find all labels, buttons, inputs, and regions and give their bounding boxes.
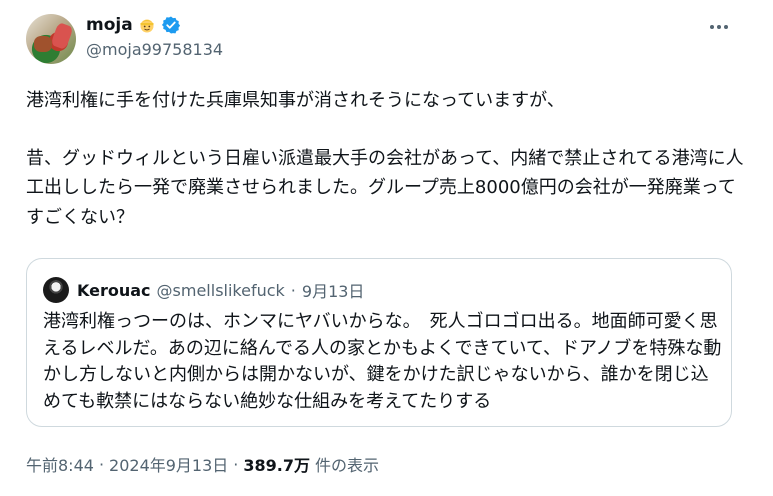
author-display-name[interactable]: moja xyxy=(86,15,133,35)
author-handle[interactable]: @moja99758134 xyxy=(86,40,223,59)
quote-author-handle: @smellslikefuck xyxy=(156,280,285,300)
dot xyxy=(710,25,714,29)
tweet: moja @moja99758134 港湾利権に手を付けた兵庫県知事が消されそう… xyxy=(0,0,773,496)
avatar-shape xyxy=(34,36,52,52)
person-blond-hair-emoji-icon xyxy=(138,16,156,34)
tweet-text: 港湾利権に手を付けた兵庫県知事が消されそうになっていますが、 昔、グッドウィルと… xyxy=(26,86,746,232)
quote-tweet-card[interactable]: Kerouac @smellslikefuck · 9月13日 港湾利権っつーの… xyxy=(26,258,732,427)
tweet-time[interactable]: 午前8:44 xyxy=(26,452,94,476)
quote-date: 9月13日 xyxy=(301,282,365,301)
tweet-date[interactable]: 2024年9月13日 xyxy=(109,452,228,476)
dot xyxy=(717,25,721,29)
author-name-row: moja xyxy=(86,14,181,36)
quote-header: Kerouac @smellslikefuck · 9月13日 xyxy=(77,279,365,302)
tweet-paragraph: 港湾利権に手を付けた兵庫県知事が消されそうになっていますが、 xyxy=(26,90,565,111)
separator-dot: · xyxy=(98,454,105,474)
quote-author-avatar xyxy=(43,277,69,303)
separator-dot: · xyxy=(290,280,296,300)
tweet-paragraph: 昔、グッドウィルという日雇い派遣最大手の会社があって、内緒で禁止されてる港湾に人… xyxy=(26,147,744,228)
avatar-shape xyxy=(50,21,74,51)
views-count: 389.7万 xyxy=(243,456,311,475)
quote-text: 港湾利権っつーのは、ホンマにヤバいからな。 死人ゴロゴロ出る。地面師可愛く思える… xyxy=(43,311,722,412)
author-avatar[interactable] xyxy=(26,14,76,64)
quote-author-name: Kerouac xyxy=(77,280,151,300)
separator-dot: · xyxy=(233,454,239,474)
tweet-meta: 午前8:44 · 2024年9月13日 · 389.7万 件の表示 xyxy=(26,452,379,476)
more-horizontal-icon[interactable] xyxy=(710,22,734,32)
views-label: 件の表示 xyxy=(315,456,380,475)
verified-badge-icon[interactable] xyxy=(161,15,181,35)
dot xyxy=(724,25,728,29)
